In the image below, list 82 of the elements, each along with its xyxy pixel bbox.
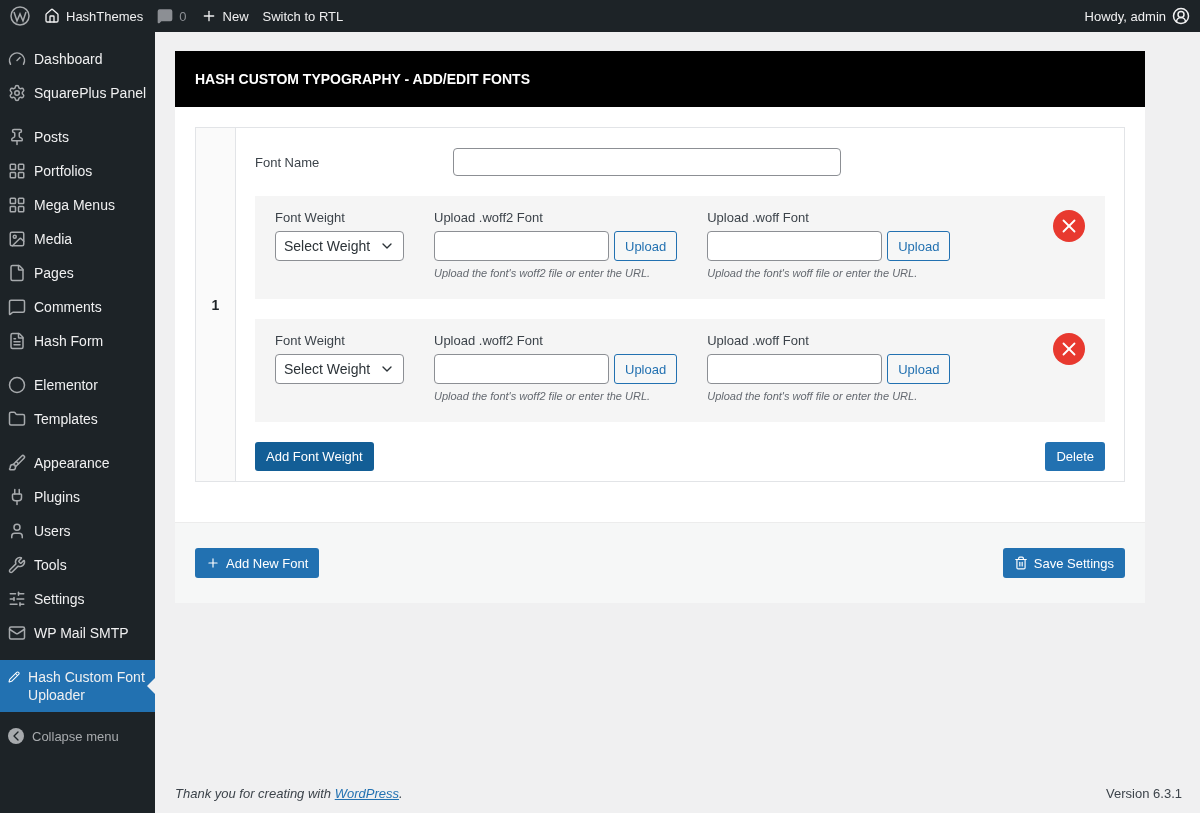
- menu-item[interactable]: Comments: [0, 290, 155, 324]
- upload-button[interactable]: Upload: [614, 231, 678, 261]
- comment-count: 0: [179, 8, 187, 24]
- trash-icon: [1013, 556, 1028, 570]
- field-label: Upload .woff Font: [707, 210, 810, 225]
- site-name[interactable]: HashThemes: [66, 8, 144, 24]
- upload-button[interactable]: Upload: [887, 354, 951, 384]
- url-field[interactable]: [434, 354, 609, 384]
- upload-button[interactable]: Upload: [887, 231, 951, 261]
- sliders-icon: [8, 590, 26, 608]
- speech-bubble-icon: [8, 298, 26, 316]
- font-number: 1: [196, 128, 236, 481]
- home-icon: [44, 8, 60, 24]
- panel-title: HASH CUSTOM TYPOGRAPHY - ADD/EDIT FONTS: [175, 51, 1145, 107]
- menu-item[interactable]: Elementor: [0, 368, 155, 402]
- font-name-field[interactable]: [453, 148, 841, 176]
- remove-icon[interactable]: [1053, 210, 1085, 242]
- field-label: Font Weight: [275, 210, 346, 225]
- logo-icon[interactable]: [10, 6, 30, 26]
- pencil-icon: [8, 668, 21, 686]
- wrench-icon: [8, 556, 26, 574]
- greeting[interactable]: Howdy, admin: [1084, 8, 1166, 24]
- comment-icon[interactable]: [157, 8, 174, 24]
- envelope-icon: [8, 624, 26, 642]
- hint-text: Upload the font's woff2 file or enter the URL.: [434, 390, 652, 402]
- add-weight-button[interactable]: Add Font Weight: [255, 442, 374, 471]
- grid-icon: [8, 196, 26, 214]
- save-button[interactable]: Save Settings: [1002, 548, 1125, 578]
- site-link[interactable]: HashThemes: [44, 8, 144, 24]
- wordpress-link[interactable]: WordPress: [334, 786, 399, 801]
- avatar-icon[interactable]: [1172, 7, 1190, 25]
- pin-icon: [8, 128, 26, 146]
- gear-icon: [8, 84, 26, 102]
- rtl-link[interactable]: Switch to RTL: [262, 8, 344, 24]
- user-icon: [8, 522, 26, 540]
- menu-item[interactable]: Users: [0, 514, 155, 548]
- delete-button[interactable]: Delete: [1045, 442, 1105, 471]
- hint-text: Upload the font's woff2 file or enter the URL.: [434, 267, 652, 279]
- add-font-button[interactable]: Add New Font: [195, 548, 320, 578]
- collapse-menu-button[interactable]: Collapse menu: [0, 722, 155, 750]
- menu-item[interactable]: Dashboard: [0, 42, 155, 76]
- upload-button[interactable]: Upload: [614, 354, 678, 384]
- url-field[interactable]: [707, 231, 883, 261]
- folder-icon: [8, 410, 26, 428]
- field-label: Upload .woff2 Font: [434, 333, 544, 348]
- version-text: Version 6.3.1: [1106, 786, 1182, 801]
- url-field[interactable]: [434, 231, 609, 261]
- hint-text: Upload the font's woff file or enter the URL.: [707, 267, 919, 279]
- field-label: Upload .woff Font: [707, 333, 810, 348]
- menu-item[interactable]: Appearance: [0, 446, 155, 480]
- field-label: Upload .woff2 Font: [434, 210, 544, 225]
- grid-icon: [8, 162, 26, 180]
- weight-select[interactable]: Select Weight: [275, 354, 404, 384]
- gauge-icon: [8, 50, 26, 68]
- new-link[interactable]: New: [222, 8, 249, 24]
- remove-icon[interactable]: [1053, 333, 1085, 365]
- document-icon: [8, 332, 26, 350]
- page-icon: [8, 264, 26, 282]
- menu-item[interactable]: Plugins: [0, 480, 155, 514]
- hint-text: Upload the font's woff file or enter the URL.: [707, 390, 919, 402]
- field-label: Font Name: [255, 154, 321, 170]
- footer-text: Thank you for creating with WordPress.: [175, 786, 403, 801]
- menu-item[interactable]: Portfolios: [0, 154, 155, 188]
- brush-icon: [8, 454, 26, 472]
- weight-select[interactable]: Select Weight: [275, 231, 404, 261]
- menu-item[interactable]: Mega Menus: [0, 188, 155, 222]
- menu-item[interactable]: Media: [0, 222, 155, 256]
- image-icon: [8, 230, 26, 248]
- menu-item[interactable]: Settings: [0, 582, 155, 616]
- menu-item[interactable]: SquarePlus Panel: [0, 76, 155, 110]
- field-label: Font Weight: [275, 333, 346, 348]
- menu-item[interactable]: WP Mail SMTP: [0, 616, 155, 650]
- plus-icon: [206, 556, 220, 570]
- url-field[interactable]: [707, 354, 883, 384]
- menu-item[interactable]: Pages: [0, 256, 155, 290]
- menu-item[interactable]: Hash Custom Font Uploader: [0, 660, 155, 712]
- menu-item[interactable]: Posts: [0, 120, 155, 154]
- menu-item[interactable]: Hash Form: [0, 324, 155, 358]
- chevron-left-icon: [8, 728, 24, 744]
- circle-icon: [8, 376, 26, 394]
- menu-item[interactable]: Tools: [0, 548, 155, 582]
- menu-item[interactable]: Templates: [0, 402, 155, 436]
